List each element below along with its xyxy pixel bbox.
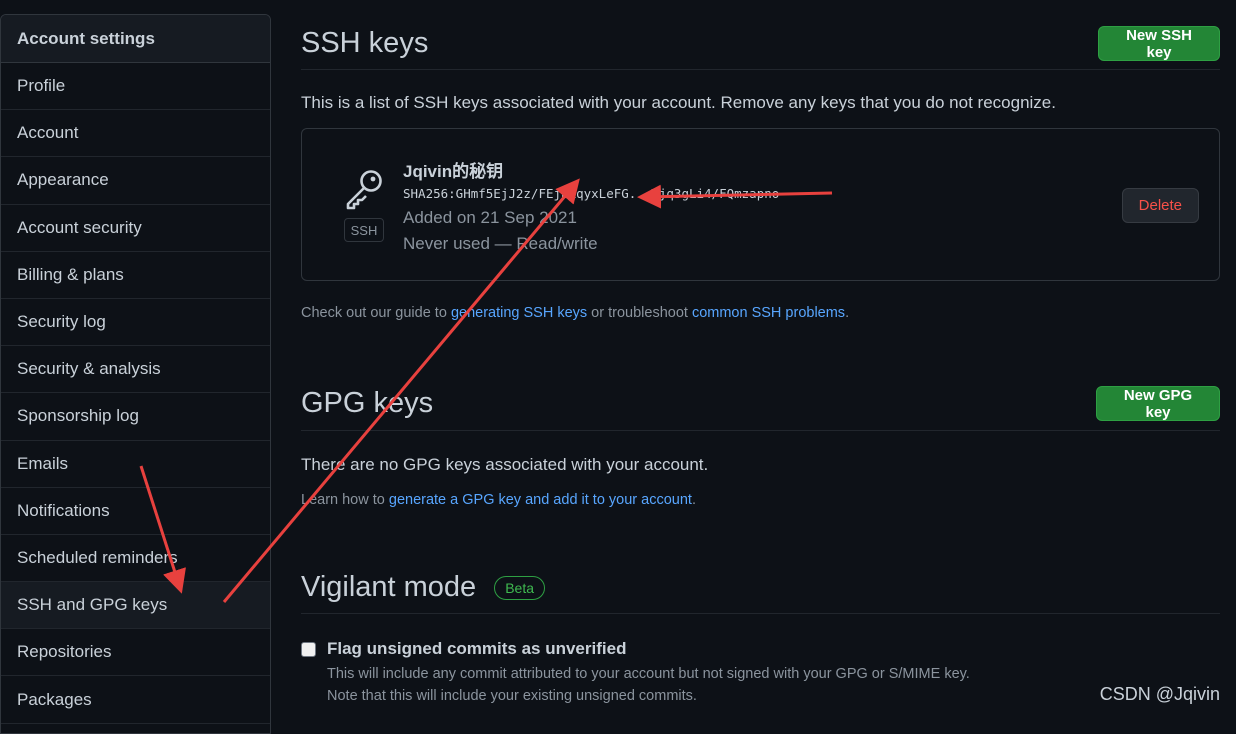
- flag-unsigned-commits-label[interactable]: Flag unsigned commits as unverified: [327, 639, 626, 659]
- generating-ssh-keys-link[interactable]: generating SSH keys: [451, 305, 587, 321]
- csdn-watermark: CSDN @Jqivin: [1099, 684, 1220, 704]
- gpg-learn-text: Learn how to generate a GPG key and add …: [301, 492, 696, 508]
- sidebar-item-billing[interactable]: Billing & plans: [1, 252, 270, 299]
- vigilant-mode-title: Vigilant mode: [301, 571, 477, 603]
- sidebar-item-appearance[interactable]: Appearance: [1, 157, 270, 205]
- beta-badge: Beta: [494, 575, 546, 600]
- ssh-key-fingerprint: SHA256:GHmf5EjJ2z/FEjbkqyxLeFG...Tjq3gLi…: [403, 186, 780, 201]
- gpg-learn-suffix: .: [691, 492, 696, 508]
- vigilant-note-line-1: This will include any commit attributed …: [327, 666, 970, 682]
- ssh-badge: SSH: [344, 218, 384, 242]
- ssh-guide-suffix: .: [845, 305, 850, 321]
- delete-ssh-key-button[interactable]: Delete: [1121, 188, 1199, 223]
- sidebar-item-security-analysis[interactable]: Security & analysis: [1, 346, 270, 394]
- sidebar-item-sponsorship-log[interactable]: Sponsorship log: [1, 393, 270, 441]
- key-icon: [346, 170, 382, 210]
- ssh-key-usage: Never used — Read/write: [403, 234, 598, 253]
- gpg-empty-message: There are no GPG keys associated with yo…: [301, 455, 709, 474]
- sidebar-item-profile[interactable]: Profile: [1, 63, 270, 111]
- ssh-guide-text: Check out our guide to generating SSH ke…: [301, 305, 849, 321]
- sidebar-item-account[interactable]: Account: [1, 110, 270, 158]
- sidebar-item-notifications[interactable]: Notifications: [1, 488, 270, 535]
- sidebar-item-security-log[interactable]: Security log: [1, 299, 270, 347]
- ssh-section-header: SSH keys New SSH key: [301, 18, 1220, 70]
- ssh-key-item: SSH Jqivin的秘钥 SHA256:GHmf5EjJ2z/FEjbkqyx…: [301, 128, 1220, 281]
- sidebar-item-repositories[interactable]: Repositories: [1, 629, 270, 677]
- sidebar-item-account-security[interactable]: Account security: [1, 205, 270, 252]
- ssh-keys-title: SSH keys: [301, 27, 429, 59]
- ssh-key-added-date: Added on 21 Sep 2021: [403, 208, 577, 227]
- gpg-learn-prefix: Learn how to: [301, 492, 389, 508]
- settings-sidebar: Account settings Profile Account Appeara…: [0, 14, 271, 734]
- ssh-description: This is a list of SSH keys associated wi…: [301, 93, 1056, 112]
- sidebar-header: Account settings: [1, 15, 270, 63]
- generate-gpg-key-link[interactable]: generate a GPG key and add it to your ac…: [389, 492, 692, 508]
- sidebar-item-ssh-gpg-keys[interactable]: SSH and GPG keys: [1, 582, 270, 630]
- vigilant-note-line-2: Note that this will include your existin…: [327, 688, 697, 704]
- sidebar-item-emails[interactable]: Emails: [1, 441, 270, 488]
- ssh-key-name: Jqivin的秘钥: [403, 162, 504, 181]
- gpg-keys-title: GPG keys: [301, 387, 434, 419]
- vigilant-section-header: Vigilant mode Beta: [301, 562, 1220, 614]
- flag-unsigned-commits-checkbox[interactable]: [301, 642, 316, 657]
- common-ssh-problems-link[interactable]: common SSH problems: [692, 305, 845, 321]
- new-ssh-key-button[interactable]: New SSH key: [1098, 26, 1220, 61]
- new-gpg-key-button[interactable]: New GPG key: [1096, 386, 1220, 421]
- sidebar-item-scheduled-reminders[interactable]: Scheduled reminders: [1, 535, 270, 583]
- gpg-section-header: GPG keys New GPG key: [301, 377, 1220, 431]
- sidebar-item-packages[interactable]: Packages: [1, 676, 270, 724]
- ssh-guide-prefix: Check out our guide to: [301, 305, 451, 321]
- ssh-guide-middle: or troubleshoot: [587, 305, 692, 321]
- main-content: SSH keys New SSH key This is a list of S…: [301, 0, 1220, 718]
